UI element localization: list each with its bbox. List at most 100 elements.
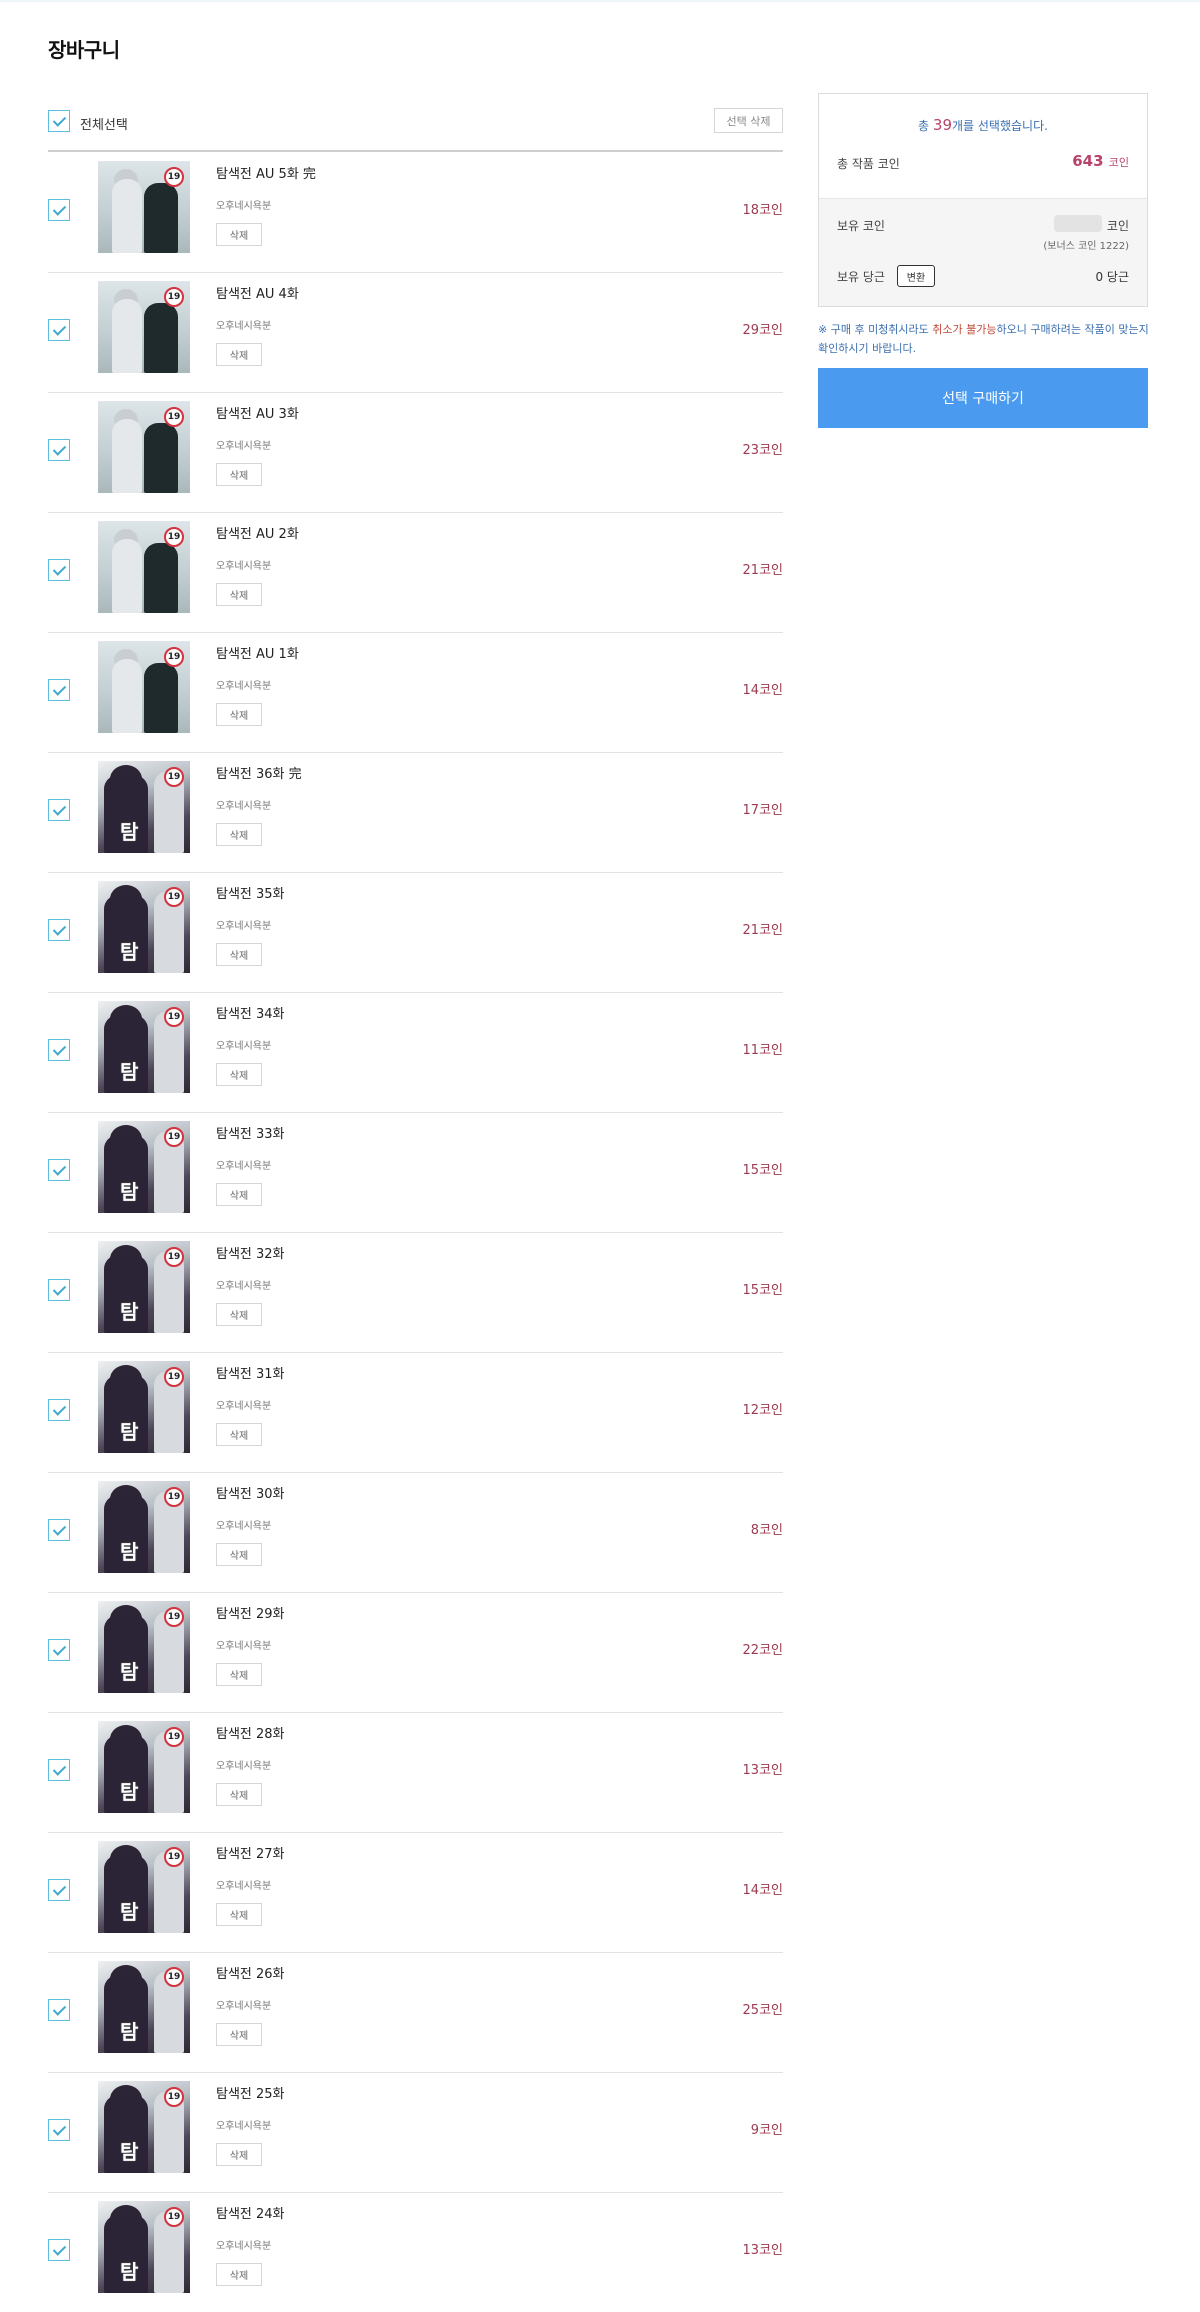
episode-author: 오후네시욕분 <box>216 561 272 572</box>
select-all-label[interactable]: 전체선택 <box>80 114 128 133</box>
episode-thumbnail[interactable]: 19 탐 <box>98 1721 190 1813</box>
episode-title[interactable]: 탐색전 AU 3화 <box>216 403 299 422</box>
delete-item-button[interactable]: 삭제 <box>216 1303 262 1326</box>
item-checkbox[interactable] <box>48 1279 70 1301</box>
delete-selected-button[interactable]: 선택 삭제 <box>714 108 783 133</box>
delete-item-button[interactable]: 삭제 <box>216 1663 262 1686</box>
episode-title[interactable]: 탐색전 33화 <box>216 1123 285 1142</box>
age-19-badge: 19 <box>164 767 184 787</box>
select-all-checkbox[interactable] <box>48 110 70 132</box>
item-checkbox[interactable] <box>48 1399 70 1421</box>
age-19-badge: 19 <box>164 2207 184 2227</box>
item-checkbox[interactable] <box>48 319 70 341</box>
cover-logo: 탐 <box>120 1900 139 1924</box>
episode-thumbnail[interactable]: 19 탐 <box>98 1121 190 1213</box>
episode-author: 오후네시욕분 <box>216 1281 272 1292</box>
item-checkbox[interactable] <box>48 1519 70 1541</box>
episode-thumbnail[interactable]: 19 탐 <box>98 2081 190 2173</box>
episode-title[interactable]: 탐색전 32화 <box>216 1243 285 1262</box>
episode-thumbnail[interactable]: 19 탐 <box>98 1241 190 1333</box>
item-checkbox[interactable] <box>48 1999 70 2021</box>
delete-item-button[interactable]: 삭제 <box>216 2023 262 2046</box>
episode-thumbnail[interactable]: 19 <box>98 641 190 733</box>
episode-title[interactable]: 탐색전 25화 <box>216 2083 285 2102</box>
episode-thumbnail[interactable]: 19 탐 <box>98 1961 190 2053</box>
episode-title[interactable]: 탐색전 AU 2화 <box>216 523 299 542</box>
item-checkbox[interactable] <box>48 1879 70 1901</box>
episode-title[interactable]: 탐색전 36화 完 <box>216 763 302 782</box>
delete-item-button[interactable]: 삭제 <box>216 1783 262 1806</box>
item-checkbox[interactable] <box>48 799 70 821</box>
item-checkbox[interactable] <box>48 2119 70 2141</box>
item-checkbox[interactable] <box>48 1759 70 1781</box>
episode-title[interactable]: 탐색전 30화 <box>216 1483 285 1502</box>
episode-title[interactable]: 탐색전 29화 <box>216 1603 285 1622</box>
delete-item-button[interactable]: 삭제 <box>216 2143 262 2166</box>
delete-item-button[interactable]: 삭제 <box>216 583 262 606</box>
delete-item-button[interactable]: 삭제 <box>216 703 262 726</box>
episode-title[interactable]: 탐색전 26화 <box>216 1963 285 1982</box>
cart-item: 19 탐색전 AU 4화 오후네시욕분 삭제 29코인 <box>48 273 783 393</box>
cart-item: 19 탐색전 AU 3화 오후네시욕분 삭제 23코인 <box>48 393 783 513</box>
age-19-badge: 19 <box>164 1967 184 1987</box>
item-checkbox[interactable] <box>48 1639 70 1661</box>
cover-logo: 탐 <box>120 2140 139 2164</box>
episode-price: 12코인 <box>742 1403 783 1418</box>
delete-item-button[interactable]: 삭제 <box>216 1183 262 1206</box>
cart-item: 19 탐색전 AU 1화 오후네시욕분 삭제 14코인 <box>48 633 783 753</box>
episode-title[interactable]: 탐색전 34화 <box>216 1003 285 1022</box>
item-checkbox[interactable] <box>48 2239 70 2261</box>
episode-title[interactable]: 탐색전 28화 <box>216 1723 285 1742</box>
convert-button[interactable]: 변환 <box>897 265 935 287</box>
episode-thumbnail[interactable]: 19 탐 <box>98 881 190 973</box>
episode-author: 오후네시욕분 <box>216 441 272 452</box>
episode-title[interactable]: 탐색전 35화 <box>216 883 285 902</box>
episode-thumbnail[interactable]: 19 <box>98 281 190 373</box>
episode-thumbnail[interactable]: 19 <box>98 521 190 613</box>
episode-title[interactable]: 탐색전 AU 1화 <box>216 643 299 662</box>
episode-title[interactable]: 탐색전 27화 <box>216 1843 285 1862</box>
delete-item-button[interactable]: 삭제 <box>216 1543 262 1566</box>
item-checkbox[interactable] <box>48 679 70 701</box>
episode-thumbnail[interactable]: 19 탐 <box>98 761 190 853</box>
episode-thumbnail[interactable]: 19 탐 <box>98 2201 190 2293</box>
age-19-badge: 19 <box>164 1847 184 1867</box>
delete-item-button[interactable]: 삭제 <box>216 343 262 366</box>
item-checkbox[interactable] <box>48 559 70 581</box>
episode-title[interactable]: 탐색전 AU 4화 <box>216 283 299 302</box>
episode-thumbnail[interactable]: 19 탐 <box>98 1601 190 1693</box>
notice-mark: ※ <box>818 323 828 336</box>
delete-item-button[interactable]: 삭제 <box>216 1063 262 1086</box>
owned-carrot-label: 보유 당근 <box>837 270 885 284</box>
item-checkbox[interactable] <box>48 919 70 941</box>
episode-thumbnail[interactable]: 19 <box>98 161 190 253</box>
delete-item-button[interactable]: 삭제 <box>216 463 262 486</box>
cart-item: 19 탐 탐색전 26화 오후네시욕분 삭제 25코인 <box>48 1953 783 2073</box>
episode-thumbnail[interactable]: 19 탐 <box>98 1841 190 1933</box>
delete-item-button[interactable]: 삭제 <box>216 943 262 966</box>
episode-thumbnail[interactable]: 19 <box>98 401 190 493</box>
item-checkbox[interactable] <box>48 439 70 461</box>
delete-item-button[interactable]: 삭제 <box>216 223 262 246</box>
delete-item-button[interactable]: 삭제 <box>216 1423 262 1446</box>
buy-selected-button[interactable]: 선택 구매하기 <box>818 368 1148 428</box>
episode-thumbnail[interactable]: 19 탐 <box>98 1001 190 1093</box>
item-checkbox[interactable] <box>48 199 70 221</box>
episode-title[interactable]: 탐색전 AU 5화 完 <box>216 163 316 182</box>
episode-thumbnail[interactable]: 19 탐 <box>98 1361 190 1453</box>
age-19-badge: 19 <box>164 407 184 427</box>
episode-title[interactable]: 탐색전 24화 <box>216 2203 285 2222</box>
episode-author: 오후네시욕분 <box>216 921 272 932</box>
delete-item-button[interactable]: 삭제 <box>216 823 262 846</box>
episode-author: 오후네시욕분 <box>216 1641 272 1652</box>
delete-item-button[interactable]: 삭제 <box>216 1903 262 1926</box>
episode-price: 14코인 <box>742 683 783 698</box>
item-checkbox[interactable] <box>48 1159 70 1181</box>
item-checkbox[interactable] <box>48 1039 70 1061</box>
delete-item-button[interactable]: 삭제 <box>216 2263 262 2286</box>
thumbnail-figure-right <box>144 543 178 613</box>
episode-title[interactable]: 탐색전 31화 <box>216 1363 285 1382</box>
episode-thumbnail[interactable]: 19 탐 <box>98 1481 190 1573</box>
owned-coin-label: 보유 코인 <box>837 219 885 233</box>
cart-item: 19 탐 탐색전 32화 오후네시욕분 삭제 15코인 <box>48 1233 783 1353</box>
